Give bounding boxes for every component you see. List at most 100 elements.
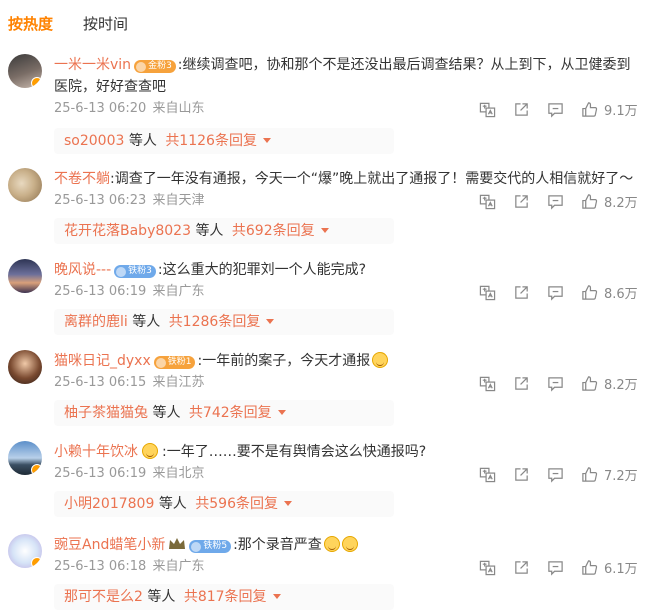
avatar[interactable] xyxy=(8,441,42,475)
reply-user[interactable]: 柚子茶猫猫兔 xyxy=(64,405,148,421)
like-icon[interactable] xyxy=(580,558,598,576)
reply-count[interactable]: 共692条回复 xyxy=(232,223,315,239)
translate-icon[interactable] xyxy=(478,558,496,576)
chevron-down-icon xyxy=(266,319,275,324)
username[interactable]: 不卷不躺 xyxy=(54,171,110,187)
comment-item: 小赖十年饮冰 :一年了……要不是有舆情会这么快通报吗? 25-6-13 06:19… xyxy=(0,439,650,527)
comment-item: 猫咪日记_dyxx 铁粉1:一年前的案子，今天才通报 25-6-13 06:15 … xyxy=(0,348,650,436)
reply-count[interactable]: 共1286条回复 xyxy=(169,314,261,330)
emoji-icon xyxy=(341,536,358,552)
reply-summary[interactable]: 那可不是么2 等人 共817条回复 xyxy=(54,584,394,610)
like-count: 8.2万 xyxy=(604,195,638,211)
avatar[interactable] xyxy=(8,350,42,384)
reply-others: 等人 xyxy=(132,314,161,330)
reply-summary[interactable]: 花开花落Baby8023 等人 共692条回复 xyxy=(54,218,394,244)
avatar[interactable] xyxy=(8,259,42,293)
comment-location: 来自山东 xyxy=(152,101,205,116)
like-count: 6.1万 xyxy=(604,561,638,577)
emoji-icon xyxy=(372,352,389,368)
reply-count[interactable]: 共742条回复 xyxy=(189,405,272,421)
avatar[interactable] xyxy=(8,54,42,88)
comment-item: 一米一米vin 金粉3:继续调查吧，协和那个不是还没出最后调查结果？从上到下，从卫… xyxy=(0,52,650,154)
fan-badge: 铁粉1 xyxy=(153,356,196,369)
chevron-down-icon xyxy=(277,410,286,415)
share-icon[interactable] xyxy=(512,558,530,576)
avatar[interactable] xyxy=(8,168,42,202)
reply-summary[interactable]: 离群的鹿li 等人 共1286条回复 xyxy=(54,309,394,335)
avatar[interactable] xyxy=(8,534,42,568)
comment-body: 豌豆And蜡笔小新 铁粉5:那个录音严查 xyxy=(54,534,636,556)
username[interactable]: 一米一米vin xyxy=(54,57,131,73)
comment-location: 来自天津 xyxy=(152,193,205,208)
comment-icon[interactable] xyxy=(546,374,564,392)
like-icon[interactable] xyxy=(580,283,598,301)
emoji-icon xyxy=(323,536,340,552)
chevron-down-icon xyxy=(272,594,281,599)
translate-icon[interactable] xyxy=(478,192,496,210)
username[interactable]: 晚风说--- xyxy=(54,262,111,278)
username[interactable]: 小赖十年饮冰 xyxy=(54,444,138,460)
share-icon[interactable] xyxy=(512,374,530,392)
comment-text: :一年前的案子，今天才通报 xyxy=(197,353,371,369)
like-icon[interactable] xyxy=(580,374,598,392)
like-icon[interactable] xyxy=(580,100,598,118)
comment-actions: 8.6万 xyxy=(462,282,638,302)
reply-others: 等人 xyxy=(147,589,176,605)
comment-time: 25-6-13 06:15 xyxy=(54,375,147,390)
comment-icon[interactable] xyxy=(546,558,564,576)
reply-others: 等人 xyxy=(152,405,181,421)
comment-body: 一米一米vin 金粉3:继续调查吧，协和那个不是还没出最后调查结果？从上到下，从卫… xyxy=(54,54,636,98)
comment-time: 25-6-13 06:19 xyxy=(54,466,147,481)
comment-actions: 7.2万 xyxy=(462,464,638,484)
chevron-down-icon xyxy=(320,228,329,233)
reply-count[interactable]: 共596条回复 xyxy=(195,496,278,512)
comment-icon[interactable] xyxy=(546,100,564,118)
comment-meta: 25-6-13 06:20 来自山东 xyxy=(54,100,205,118)
comment-actions: 8.2万 xyxy=(462,373,638,393)
comment-item: 不卷不躺:调查了一年没有通报，今天一个“爆”晚上就出了通报了！需要交代的人相信就… xyxy=(0,166,650,254)
reply-user[interactable]: 小明2017809 xyxy=(64,496,154,512)
comment-text: :调查了一年没有通报，今天一个“爆”晚上就出了通报了！需要交代的人相信就好了～ xyxy=(110,171,634,187)
like-icon[interactable] xyxy=(580,465,598,483)
share-icon[interactable] xyxy=(512,192,530,210)
like-count: 8.6万 xyxy=(604,286,638,302)
comment-meta: 25-6-13 06:19 来自广东 xyxy=(54,283,205,301)
share-icon[interactable] xyxy=(512,283,530,301)
comment-item: 晚风说--- 铁粉3:这么重大的犯罪刘一个人能完成? 25-6-13 06:19 … xyxy=(0,257,650,345)
tab-by-hot[interactable]: 按热度 xyxy=(8,12,53,38)
reply-summary[interactable]: so20003 等人 共1126条回复 xyxy=(54,128,394,154)
share-icon[interactable] xyxy=(512,100,530,118)
comment-text: :一年了……要不是有舆情会这么快通报吗? xyxy=(162,444,427,460)
translate-icon[interactable] xyxy=(478,465,496,483)
reply-user[interactable]: so20003 xyxy=(64,133,124,149)
translate-icon[interactable] xyxy=(478,374,496,392)
reply-count[interactable]: 共817条回复 xyxy=(184,589,267,605)
translate-icon[interactable] xyxy=(478,100,496,118)
comment-meta: 25-6-13 06:19 来自北京 xyxy=(54,465,205,483)
comment-icon[interactable] xyxy=(546,283,564,301)
reply-summary[interactable]: 小明2017809 等人 共596条回复 xyxy=(54,491,394,517)
tab-by-time[interactable]: 按时间 xyxy=(83,12,128,38)
reply-summary[interactable]: 柚子茶猫猫兔 等人 共742条回复 xyxy=(54,400,394,426)
chevron-down-icon xyxy=(262,138,271,143)
reply-count[interactable]: 共1126条回复 xyxy=(165,133,257,149)
comment-icon[interactable] xyxy=(546,192,564,210)
verified-icon xyxy=(31,557,42,568)
reply-user[interactable]: 花开花落Baby8023 xyxy=(64,223,191,239)
comment-icon[interactable] xyxy=(546,465,564,483)
crown-icon xyxy=(169,538,186,549)
share-icon[interactable] xyxy=(512,465,530,483)
chevron-down-icon xyxy=(284,501,292,506)
username[interactable]: 豌豆And蜡笔小新 xyxy=(54,537,165,553)
fan-badge: 铁粉5 xyxy=(189,540,232,553)
reply-user[interactable]: 那可不是么2 xyxy=(64,589,143,605)
reply-user[interactable]: 离群的鹿li xyxy=(64,314,128,330)
reply-others: 等人 xyxy=(195,223,224,239)
like-icon[interactable] xyxy=(580,192,598,210)
fan-badge: 铁粉3 xyxy=(114,265,156,278)
reply-others: 等人 xyxy=(128,133,157,149)
translate-icon[interactable] xyxy=(478,283,496,301)
verified-icon xyxy=(31,77,42,88)
reply-others: 等人 xyxy=(158,496,187,512)
username[interactable]: 猫咪日记_dyxx xyxy=(54,353,151,369)
